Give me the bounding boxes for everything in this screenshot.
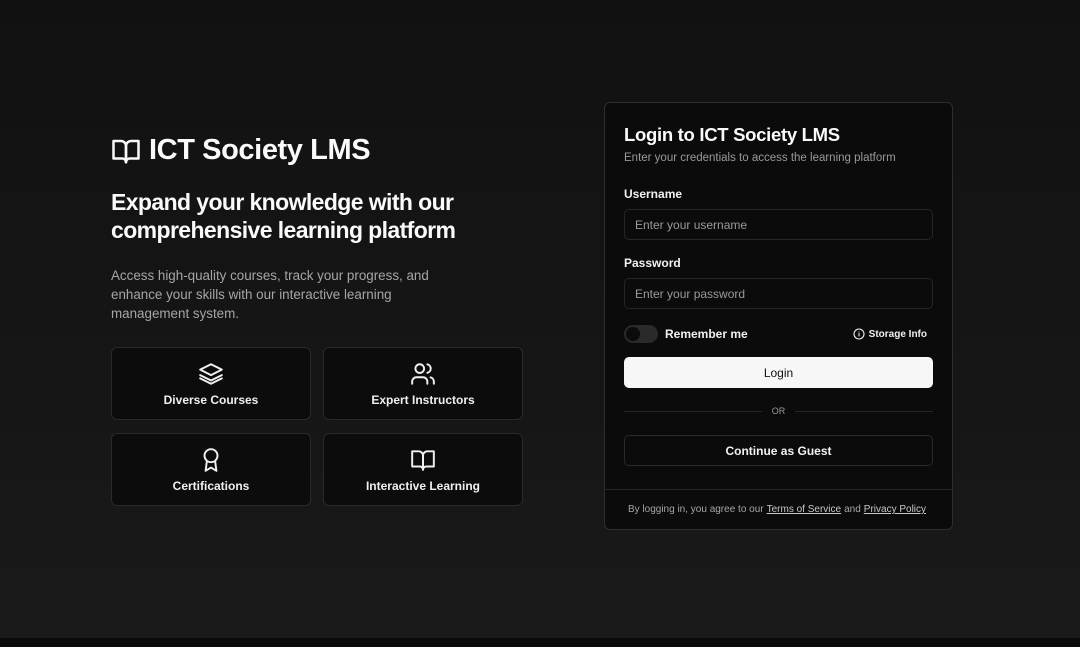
password-input[interactable] [624,278,933,309]
storage-info-button[interactable]: Storage Info [853,328,927,340]
continue-as-guest-button[interactable]: Continue as Guest [624,435,933,466]
login-title: Login to ICT Society LMS [624,124,840,145]
hero-description: Access high-quality courses, track your … [111,268,429,321]
feature-card-interactive-learning: Interactive Learning [323,433,523,506]
login-button[interactable]: Login [624,357,933,388]
remember-me-toggle[interactable] [624,325,658,343]
terms-of-service-link[interactable]: Terms of Service [767,504,841,515]
feature-label: Diverse Courses [163,392,259,407]
password-label: Password [624,256,681,270]
or-divider: OR [624,406,933,416]
remember-me-group: Remember me [624,325,748,343]
award-icon [203,447,219,472]
feature-label: Expert Instructors [371,392,475,407]
book-open-icon [112,139,140,163]
brand: ICT Society LMS [111,134,531,167]
privacy-policy-link[interactable]: Privacy Policy [864,504,926,515]
card-footer: By logging in, you agree to our Terms of… [605,489,952,529]
feature-label: Certifications [172,478,250,493]
username-label: Username [624,187,683,201]
toggle-knob [626,327,640,341]
feature-card-diverse-courses: Diverse Courses [111,347,311,420]
divider-text: OR [771,406,786,416]
remember-me-label[interactable]: Remember me [665,327,748,341]
feature-grid: Diverse Courses Expert Instructors Certi… [111,347,531,506]
layers-icon [199,362,223,385]
feature-card-expert-instructors: Expert Instructors [323,347,523,420]
bottom-bar [0,638,1080,647]
login-card: Login to ICT Society LMS Enter your cred… [604,102,953,530]
remember-row: Remember me Storage Info [624,324,933,344]
book-open-icon [411,449,435,471]
users-icon [411,362,435,385]
divider-line [624,410,762,412]
feature-card-certifications: Certifications [111,433,311,506]
hero-section: ICT Society LMS Expand your knowledge wi… [111,134,531,506]
login-subtitle: Enter your credentials to access the lea… [624,152,896,164]
username-input[interactable] [624,209,933,240]
brand-title: ICT Society LMS [149,134,371,166]
divider-line [795,410,933,412]
hero-headline: Expand your knowledge with our comprehen… [111,189,456,243]
footer-and: and [844,504,861,515]
info-icon [853,328,865,340]
feature-label: Interactive Learning [365,478,481,493]
footer-prefix: By logging in, you agree to our [627,504,764,515]
storage-info-label: Storage Info [868,328,927,340]
